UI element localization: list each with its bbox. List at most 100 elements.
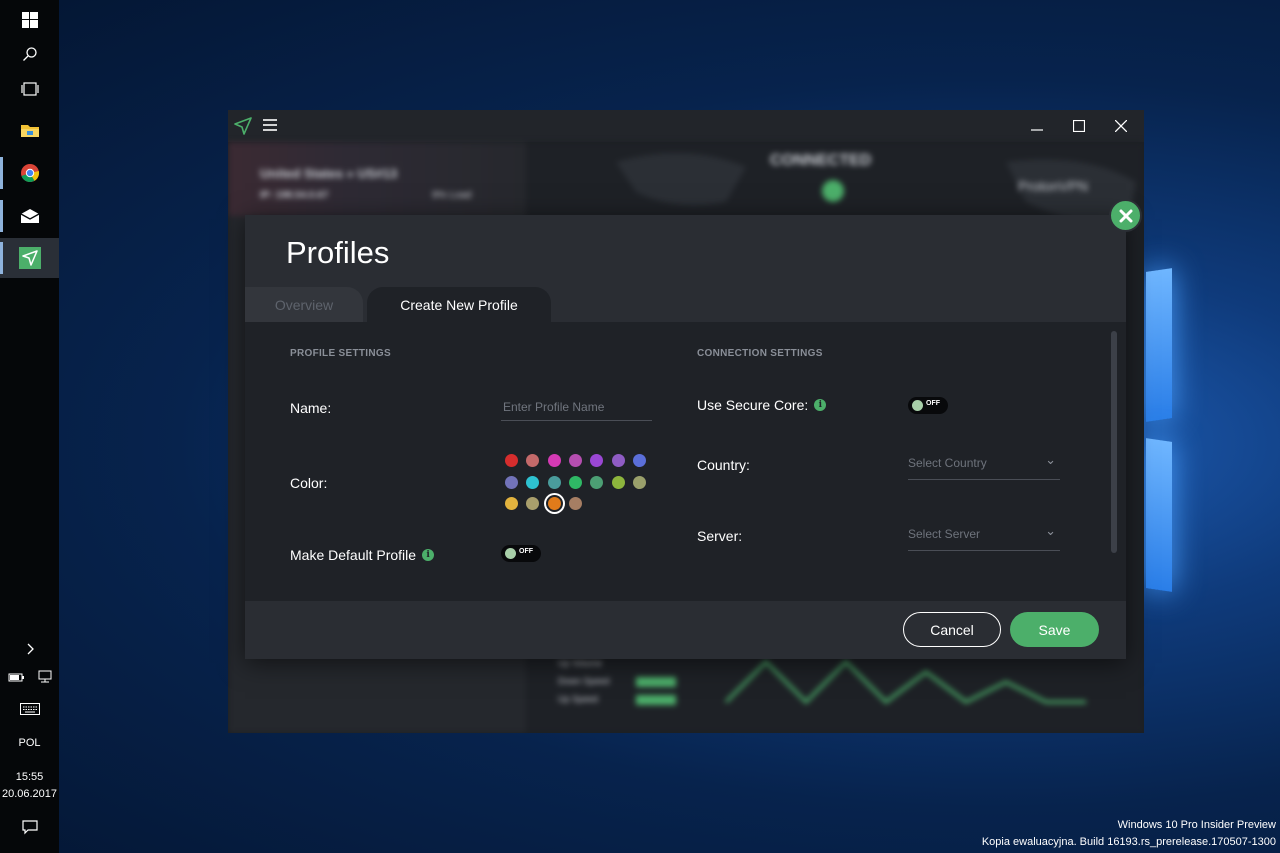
country-select-value: Select Country: [908, 456, 987, 470]
chevron-right-icon: [27, 643, 34, 655]
watermark-line2: Kopia ewaluacyjna. Build 16193.rs_prerel…: [981, 836, 1276, 848]
tab-overview[interactable]: Overview: [245, 287, 363, 323]
bg-brand: ProtonVPN: [1018, 178, 1089, 194]
modal-scrollbar[interactable]: [1111, 331, 1117, 553]
color-swatch[interactable]: [547, 454, 561, 467]
windows-start-icon: [21, 12, 38, 28]
hamburger-menu-icon: [263, 119, 277, 131]
modal-header: Profiles Overview Create New Profile: [245, 215, 1126, 323]
bg-ip: IP: 198.54.0.67: [260, 190, 329, 201]
bg-connected-status: CONNECTED: [770, 152, 872, 169]
clock-date[interactable]: 20.06.2017: [0, 788, 59, 800]
network-icon: [38, 670, 51, 683]
default-profile-toggle-state: OFF: [519, 548, 533, 555]
name-label-text: Name:: [290, 400, 332, 416]
color-swatch[interactable]: [568, 475, 582, 489]
taskbar-protonvpn[interactable]: [0, 238, 59, 278]
default-profile-info-icon[interactable]: i: [422, 549, 435, 561]
country-label: Country:: [697, 457, 750, 473]
profile-settings-heading: PROFILE SETTINGS: [290, 348, 391, 359]
file-explorer-icon: [20, 125, 39, 137]
server-select-value: Select Server: [908, 527, 981, 541]
connection-settings-heading: CONNECTION SETTINGS: [697, 348, 823, 359]
bg-connected-dot: [822, 180, 844, 202]
search-icon: [22, 47, 37, 61]
taskbar-file-explorer[interactable]: [0, 110, 59, 150]
secure-core-label-text: Use Secure Core:: [697, 397, 809, 413]
color-swatch[interactable]: [505, 454, 518, 467]
country-label-text: Country:: [697, 457, 750, 473]
color-swatch[interactable]: [547, 475, 561, 489]
country-select[interactable]: Select Country ⌄: [908, 450, 1060, 480]
minimize-button[interactable]: [1016, 110, 1058, 142]
bg-server-name: United States » US#13: [260, 166, 398, 181]
color-swatch[interactable]: [632, 454, 646, 467]
cancel-button[interactable]: Cancel: [903, 612, 1001, 647]
watermark-line1: Windows 10 Pro Insider Preview: [1117, 819, 1276, 831]
name-label: Name:: [290, 400, 331, 416]
color-swatch[interactable]: [611, 475, 625, 489]
taskbar: POL 15:55 20.06.2017: [0, 0, 59, 853]
protonvpn-logo-icon: [234, 117, 252, 135]
bg-stat-up-volume: Up Volume: [558, 658, 603, 668]
close-modal-button[interactable]: [1109, 199, 1142, 232]
default-profile-toggle[interactable]: OFF: [501, 545, 541, 562]
color-swatch[interactable]: [547, 497, 561, 510]
mail-icon: [20, 209, 39, 223]
server-label: Server:: [697, 528, 742, 544]
clock-time[interactable]: 15:55: [0, 771, 59, 783]
bg-stat-up-speed: Up Speed: [558, 694, 599, 704]
modal-body: PROFILE SETTINGS Name: Color: Make Defau…: [245, 322, 1126, 601]
protonvpn-icon: [18, 247, 41, 269]
maximize-button[interactable]: [1058, 110, 1100, 142]
color-label: Color:: [290, 475, 327, 491]
task-view-icon: [20, 82, 39, 96]
chrome-icon: [20, 164, 39, 183]
input-language[interactable]: POL: [0, 737, 59, 749]
color-swatch[interactable]: [505, 475, 518, 489]
secure-core-info-icon[interactable]: i: [814, 399, 827, 411]
close-window-button[interactable]: [1100, 110, 1142, 142]
search-button[interactable]: [0, 34, 59, 74]
taskbar-chrome[interactable]: [0, 153, 59, 193]
secure-core-toggle-state: OFF: [926, 400, 940, 407]
chevron-down-icon: ⌄: [1045, 452, 1056, 467]
hamburger-menu-button[interactable]: [262, 118, 278, 134]
color-swatch[interactable]: [568, 497, 582, 510]
default-profile-label-text: Make Default Profile: [290, 547, 417, 563]
color-swatch[interactable]: [632, 475, 646, 489]
color-label-text: Color:: [290, 475, 328, 491]
secure-core-toggle[interactable]: OFF: [908, 397, 948, 414]
task-view-button[interactable]: [0, 69, 59, 109]
profiles-modal: Profiles Overview Create New Profile PRO…: [245, 215, 1126, 659]
color-swatch[interactable]: [568, 454, 582, 467]
color-swatch[interactable]: [611, 454, 625, 467]
maximize-icon: [1073, 120, 1085, 132]
color-swatch[interactable]: [590, 475, 604, 489]
chevron-down-icon: ⌄: [1045, 523, 1056, 538]
action-center-button[interactable]: [0, 807, 59, 847]
desktop-windows-logo: [1140, 250, 1280, 610]
default-profile-label: Make Default Profile i: [290, 547, 435, 563]
color-swatch[interactable]: [526, 497, 540, 510]
taskbar-mail[interactable]: [0, 196, 59, 236]
color-swatch[interactable]: [526, 475, 540, 489]
color-swatch[interactable]: [505, 497, 518, 510]
server-label-text: Server:: [697, 528, 743, 544]
server-select[interactable]: Select Server ⌄: [908, 521, 1060, 551]
tab-create-new-profile[interactable]: Create New Profile: [367, 287, 551, 323]
color-swatch[interactable]: [590, 454, 604, 467]
close-icon: [1119, 209, 1132, 222]
notification-icon: [21, 820, 38, 835]
touch-keyboard-button[interactable]: [0, 689, 59, 729]
bg-stat-down-speed: Down Speed: [558, 676, 610, 686]
window-titlebar: [228, 110, 1144, 142]
battery-icon: [8, 673, 24, 682]
color-swatch[interactable]: [526, 454, 540, 467]
save-button[interactable]: Save: [1010, 612, 1099, 647]
minimize-icon: [1031, 129, 1043, 131]
secure-core-label: Use Secure Core: i: [697, 397, 827, 413]
profile-name-input[interactable]: [501, 400, 652, 421]
bg-load: 9% Load: [432, 190, 472, 201]
toggle-knob: [912, 400, 923, 411]
